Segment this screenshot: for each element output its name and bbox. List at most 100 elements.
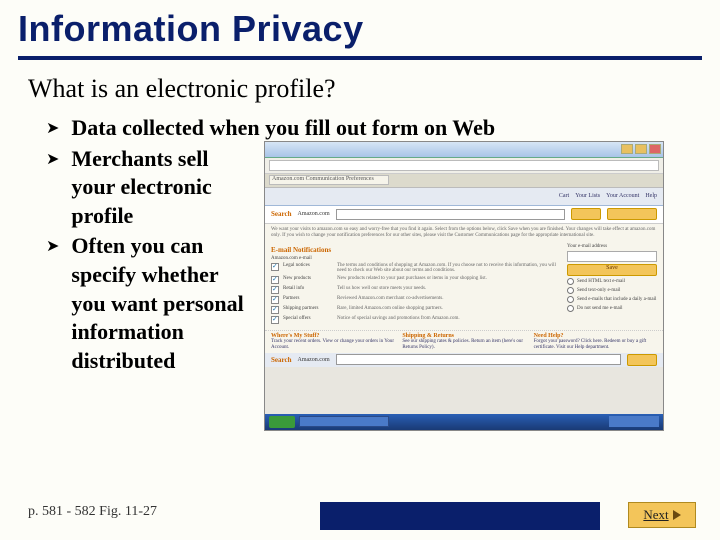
pref-item: Partners Reviewed Amazon.com merchant co-… (271, 296, 561, 304)
help-links: See our shipping rates & policies. Retur… (402, 339, 525, 351)
bullet-arrow-icon: ➤ (46, 118, 59, 138)
search-input (336, 354, 621, 365)
radio-option: Send HTML text e-mail (567, 278, 657, 285)
pref-desc: Tell us how well our store meets your ne… (337, 286, 561, 292)
pref-item: Special offers Notice of special savings … (271, 316, 561, 324)
windows-taskbar (265, 414, 663, 430)
pref-desc: New products related to your past purcha… (337, 276, 561, 282)
nav-account: Your Account (606, 193, 639, 199)
site-search-bar: Search Amazon.com (265, 206, 663, 224)
maximize-icon (635, 144, 647, 154)
radio-icon (567, 296, 574, 303)
page-intro-text: We want your visits to amazon.com so eas… (265, 224, 663, 242)
radio-option: Do not send me e-mail (567, 305, 657, 312)
email-label: Your e-mail address (567, 244, 657, 249)
help-links: Track your recent orders. View or change… (271, 339, 394, 351)
checkbox-icon (271, 276, 279, 284)
web-search-button (607, 208, 657, 220)
radio-option: Send e-mails that include a daily a-mail (567, 296, 657, 303)
slide-title-area: Information Privacy (0, 0, 720, 54)
pref-label: Partners (283, 296, 333, 301)
bullet-text: Often you can specify whether you want p… (71, 232, 256, 375)
pref-item: Retail info Tell us how well our store me… (271, 286, 561, 294)
checkbox-icon (271, 263, 279, 271)
system-tray (609, 416, 659, 427)
taskbar-item (299, 416, 389, 427)
nav-help: Help (645, 193, 657, 199)
slide-title: Information Privacy (18, 8, 702, 50)
section-subtitle: Amazon.com e-mail (271, 256, 561, 261)
search-label: Search (271, 210, 291, 218)
notifications-panel: E-mail Notifications Amazon.com e-mail L… (271, 244, 561, 326)
radio-label: Send e-mails that include a daily a-mail (577, 297, 656, 302)
search-input (336, 209, 565, 220)
email-input (567, 251, 657, 262)
embedded-screenshot: Amazon.com Communication Preferences Car… (264, 141, 664, 431)
section-title: E-mail Notifications (271, 246, 561, 254)
pref-label: Legal notices (283, 263, 333, 268)
email-panel: Your e-mail address Save Send HTML text … (567, 244, 657, 326)
pref-desc: Notice of special savings and promotions… (337, 316, 561, 322)
help-col: Where's My Stuff?Track your recent order… (271, 333, 394, 351)
bullet-item: ➤ Often you can specify whether you want… (46, 232, 256, 375)
radio-label: Send HTML text e-mail (577, 279, 625, 284)
radio-icon (567, 287, 574, 294)
nav-lists: Your Lists (575, 193, 600, 199)
bullet-item: ➤ Merchants sell your electronic profile (46, 145, 256, 231)
checkbox-icon (271, 296, 279, 304)
radio-label: Send text-only e-mail (577, 288, 620, 293)
browser-tab: Amazon.com Communication Preferences (269, 175, 389, 185)
pref-label: New products (283, 276, 333, 281)
pref-label: Shipping partners (283, 306, 333, 311)
radio-label: Do not send me e-mail (577, 306, 623, 311)
bullet-text: Merchants sell your electronic profile (71, 145, 256, 231)
pref-item: New products New products related to your… (271, 276, 561, 284)
pref-label: Special offers (283, 316, 333, 321)
help-footer: Where's My Stuff?Track your recent order… (265, 330, 663, 353)
search-domain: Amazon.com (297, 211, 329, 217)
slide-question: What is an electronic profile? (28, 74, 720, 104)
search-label: Search (271, 356, 291, 364)
help-links: Forgot your password? Click here. Redeem… (534, 339, 657, 351)
checkbox-icon (271, 306, 279, 314)
browser-tabstrip: Amazon.com Communication Preferences (265, 174, 663, 188)
start-button-icon (269, 416, 295, 428)
slide-footer: p. 581 - 582 Fig. 11-27 Next (0, 496, 720, 540)
save-button: Save (567, 264, 657, 276)
search-domain: Amazon.com (297, 357, 329, 363)
minimize-icon (621, 144, 633, 154)
pref-item: Shipping partners Rare, limited Amazon.co… (271, 306, 561, 314)
bullet-arrow-icon: ➤ (46, 149, 59, 169)
radio-icon (567, 278, 574, 285)
pref-desc: Rare, limited Amazon.com online shopping… (337, 306, 561, 312)
help-col: Shipping & ReturnsSee our shipping rates… (402, 333, 525, 351)
window-titlebar (265, 142, 663, 158)
pref-label: Retail info (283, 286, 333, 291)
go-button (627, 354, 657, 366)
radio-option: Send text-only e-mail (567, 287, 657, 294)
pref-item: Legal notices The terms and conditions of… (271, 263, 561, 274)
pref-desc: The terms and conditions of shopping at … (337, 263, 561, 274)
bullet-text: Data collected when you fill out form on… (71, 114, 495, 143)
close-icon (649, 144, 661, 154)
address-bar (269, 160, 659, 171)
nav-cart: Cart (559, 193, 569, 199)
browser-toolbar (265, 158, 663, 174)
site-nav: Cart Your Lists Your Account Help (265, 188, 663, 206)
help-col: Need Help?Forgot your password? Click he… (534, 333, 657, 351)
footer-accent (320, 502, 600, 530)
next-label: Next (643, 507, 668, 523)
bullet-item: ➤ Data collected when you fill out form … (46, 114, 666, 143)
bottom-search-bar: Search Amazon.com (265, 353, 663, 367)
next-button[interactable]: Next (628, 502, 696, 528)
checkbox-icon (271, 316, 279, 324)
radio-icon (567, 305, 574, 312)
page-reference: p. 581 - 582 Fig. 11-27 (28, 504, 157, 520)
bullet-arrow-icon: ➤ (46, 236, 59, 256)
pref-desc: Reviewed Amazon.com merchant co-advertis… (337, 296, 561, 302)
arrow-right-icon (673, 510, 681, 520)
go-button (571, 208, 601, 220)
bullet-column: ➤ Merchants sell your electronic profile… (46, 145, 256, 378)
checkbox-icon (271, 286, 279, 294)
title-underline (18, 56, 702, 60)
